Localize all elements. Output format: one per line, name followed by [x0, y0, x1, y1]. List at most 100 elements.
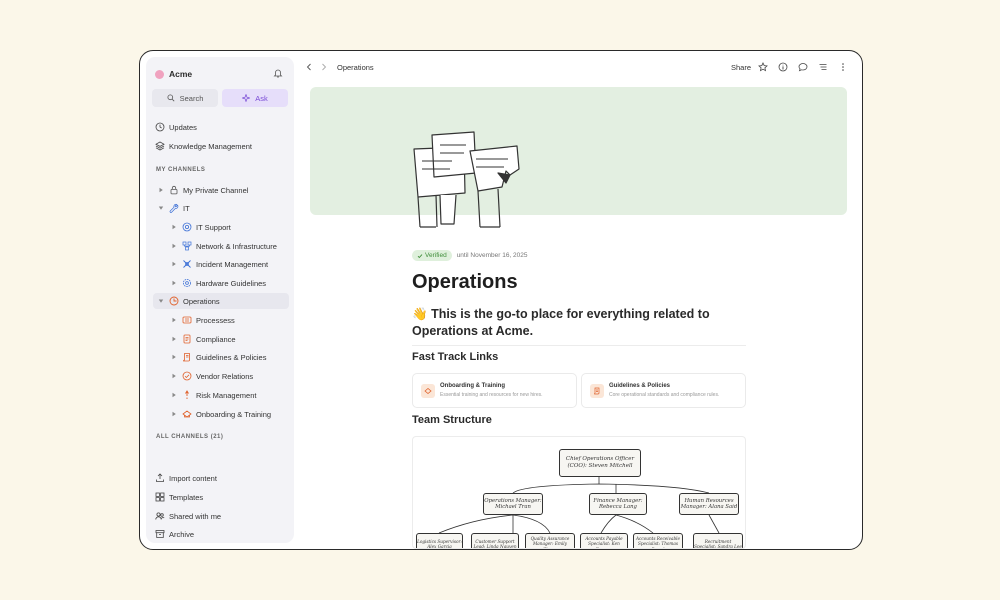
- sidebar-item-label: Guidelines & Policies: [196, 352, 267, 362]
- ask-label: Ask: [255, 93, 268, 103]
- caret-right-icon[interactable]: [158, 187, 164, 193]
- sidebar-item-shared-with-me[interactable]: Shared with me: [155, 508, 303, 524]
- caret-right-icon[interactable]: [171, 261, 177, 267]
- page-lead: 👋 This is the go-to place for everything…: [412, 306, 742, 340]
- sidebar-item-label: Templates: [169, 492, 204, 502]
- org-node-finance-manager[interactable]: Finance Manager: Rebecca Lang: [589, 493, 647, 515]
- info-icon[interactable]: [778, 62, 788, 72]
- org-node-operations-manager[interactable]: Operations Manager: Michael Tran: [483, 493, 543, 515]
- fast-track-heading: Fast Track Links: [412, 351, 499, 363]
- sidebar-item-label: My Private Channel: [183, 185, 249, 195]
- sidebar-item-guidelines-policies[interactable]: Guidelines & Policies: [171, 349, 319, 365]
- caret-right-icon[interactable]: [171, 392, 177, 398]
- org-node-quality-assurance[interactable]: Quality Assurance Manager: Emily Zhang: [525, 533, 575, 548]
- fast-track-card-onboarding[interactable]: Onboarding & Training Essential training…: [412, 373, 577, 408]
- cover-banner: [310, 87, 847, 215]
- top-bar: Operations Share: [300, 57, 854, 79]
- org-node-accounts-payable[interactable]: Accounts Payable Specialist: Ken Engwer: [580, 533, 628, 548]
- sidebar-item-my-private-channel[interactable]: My Private Channel: [158, 182, 306, 198]
- sidebar-item-knowledge-management[interactable]: Knowledge Management: [155, 138, 303, 154]
- sidebar-item-label: Incident Management: [196, 259, 269, 269]
- caret-right-icon[interactable]: [171, 411, 177, 417]
- breadcrumb[interactable]: Operations: [337, 63, 374, 72]
- org-node-logistics[interactable]: Logistics Supervisor: Alex Garcia: [416, 533, 463, 548]
- templates-icon: [155, 492, 165, 502]
- sidebar: Acme Search Ask Updates Knowledge Manage…: [146, 57, 294, 543]
- search-button[interactable]: Search: [152, 89, 218, 107]
- comment-icon[interactable]: [798, 62, 808, 72]
- sidebar-item-label: Risk Management: [196, 390, 257, 400]
- star-icon[interactable]: [758, 62, 768, 72]
- sidebar-item-label: Archive: [169, 529, 195, 539]
- search-label: Search: [179, 93, 204, 103]
- caret-right-icon[interactable]: [171, 224, 177, 230]
- back-arrow-icon[interactable]: [304, 62, 314, 72]
- sidebar-item-it[interactable]: IT: [158, 200, 306, 216]
- gear-icon: [183, 279, 191, 287]
- share-button[interactable]: Share: [731, 63, 751, 72]
- org-node-hr-manager[interactable]: Human Resources Manager: Alana Said: [679, 493, 739, 515]
- sidebar-item-network-infrastructure[interactable]: Network & Infrastructure: [171, 238, 319, 254]
- fast-track-card-guidelines[interactable]: Guidelines & Policies Core operational s…: [581, 373, 746, 408]
- team-structure-heading: Team Structure: [412, 414, 492, 426]
- sidebar-item-updates[interactable]: Updates: [155, 119, 303, 135]
- lock-icon: [170, 185, 178, 195]
- risk-icon: [185, 390, 189, 399]
- verification-status: Verified until November 16, 2025: [412, 250, 528, 261]
- sidebar-item-operations[interactable]: Operations: [153, 293, 289, 309]
- vendor-icon: [182, 371, 192, 381]
- sidebar-item-vendor-relations[interactable]: Vendor Relations: [171, 368, 319, 384]
- bell-icon[interactable]: [273, 68, 283, 78]
- sidebar-item-it-support[interactable]: IT Support: [171, 219, 319, 235]
- sidebar-item-risk-management[interactable]: Risk Management: [171, 387, 319, 403]
- wrench-icon: [169, 203, 179, 213]
- caret-down-icon[interactable]: [158, 205, 164, 211]
- org-node-accounts-receivable[interactable]: Accounts Receivable Specialist: Thomas B…: [633, 533, 683, 548]
- compliance-icon: [183, 334, 191, 344]
- clock-icon: [155, 122, 165, 132]
- verified-badge[interactable]: Verified: [412, 250, 452, 261]
- sidebar-item-templates[interactable]: Templates: [155, 489, 303, 505]
- caret-right-icon[interactable]: [171, 317, 177, 323]
- sidebar-item-onboarding-training[interactable]: Onboarding & Training: [171, 406, 319, 422]
- sidebar-item-label: Operations: [183, 296, 220, 306]
- incident-icon: [183, 260, 191, 268]
- forward-arrow-icon[interactable]: [319, 62, 329, 72]
- caret-right-icon[interactable]: [171, 373, 177, 379]
- org-node-recruitment[interactable]: Recruitment Specialist: Sandra Lee: [693, 533, 743, 548]
- workspace-switcher[interactable]: Acme: [155, 69, 192, 79]
- outline-icon[interactable]: [818, 62, 828, 72]
- sidebar-item-incident-management[interactable]: Incident Management: [171, 256, 319, 272]
- caret-right-icon[interactable]: [171, 354, 177, 360]
- scroll-icon: [183, 353, 190, 362]
- all-channels-heading[interactable]: ALL CHANNELS (21): [156, 434, 223, 440]
- org-node-customer-support[interactable]: Customer Support Lead: Linda Nguyen: [471, 533, 519, 548]
- verified-label: Verified: [425, 252, 447, 259]
- sidebar-item-hardware-guidelines[interactable]: Hardware Guidelines: [171, 275, 319, 291]
- sidebar-item-processess[interactable]: Processess: [171, 312, 319, 328]
- archive-icon: [155, 530, 165, 538]
- support-icon: [182, 222, 192, 232]
- sidebar-item-compliance[interactable]: Compliance: [171, 331, 319, 347]
- caret-right-icon[interactable]: [171, 336, 177, 342]
- sidebar-item-import-content[interactable]: Import content: [155, 470, 303, 486]
- sidebar-item-label: Shared with me: [169, 511, 222, 521]
- card-title: Onboarding & Training: [440, 383, 505, 389]
- card-description: Essential training and resources for new…: [440, 392, 543, 398]
- org-node-coo[interactable]: Chief Operations Officer (COO): Steven M…: [559, 449, 641, 477]
- sidebar-item-label: Processess: [196, 315, 235, 325]
- more-options-icon[interactable]: [838, 62, 848, 72]
- network-icon: [182, 241, 192, 251]
- sidebar-item-archive[interactable]: Archive: [155, 526, 303, 542]
- sidebar-item-label: Network & Infrastructure: [196, 241, 277, 251]
- sidebar-item-label: IT: [183, 203, 190, 213]
- process-icon: [182, 316, 192, 324]
- card-description: Core operational standards and complianc…: [609, 392, 720, 398]
- caret-right-icon[interactable]: [171, 280, 177, 286]
- org-chart: Chief Operations Officer (COO): Steven M…: [412, 436, 746, 549]
- caret-right-icon[interactable]: [171, 243, 177, 249]
- people-icon: [155, 512, 165, 520]
- caret-down-icon[interactable]: [158, 298, 164, 304]
- page-title[interactable]: Operations: [412, 271, 518, 294]
- ask-button[interactable]: Ask: [222, 89, 288, 107]
